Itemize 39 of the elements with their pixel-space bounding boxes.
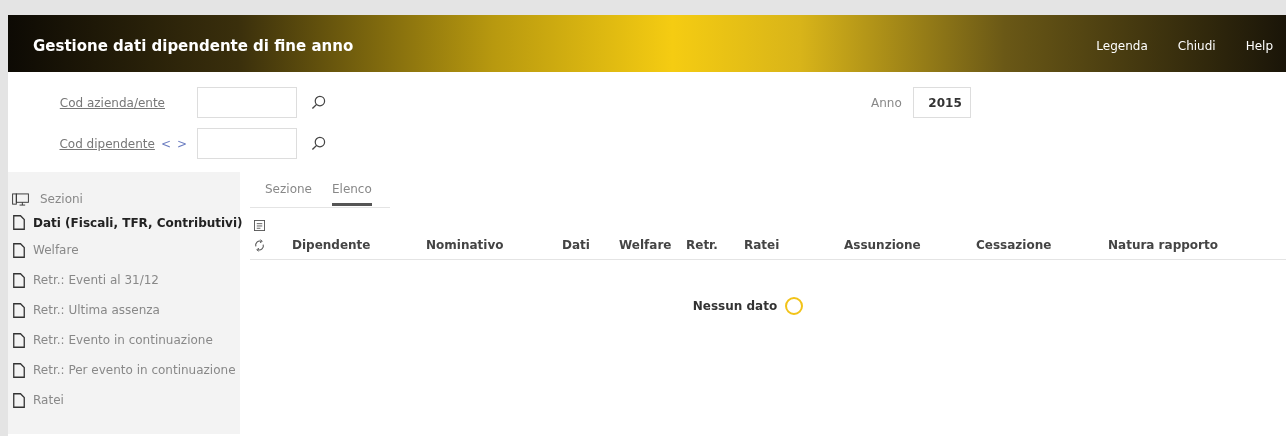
document-icon xyxy=(13,302,25,318)
window-title: Gestione dati dipendente di fine anno xyxy=(33,36,354,55)
search-icon[interactable] xyxy=(311,95,326,110)
input-field[interactable] xyxy=(197,128,297,159)
document-icon xyxy=(13,242,25,258)
field-label-link[interactable]: Cod azienda/ente xyxy=(59,95,165,110)
column-header[interactable]: Nominativo xyxy=(426,238,504,252)
field-label-link[interactable]: Cod dipendente xyxy=(59,136,155,151)
header-link[interactable]: Legenda xyxy=(1096,38,1148,53)
column-header[interactable]: Natura rapporto xyxy=(1108,238,1218,252)
sidebar-item[interactable]: Dati (Fiscali, TFR, Contributivi) xyxy=(8,210,240,235)
column-header[interactable]: Welfare xyxy=(619,238,672,252)
loading-spinner-icon xyxy=(785,297,804,315)
document-icon xyxy=(13,392,25,408)
list-icon[interactable] xyxy=(254,220,265,231)
document-icon xyxy=(13,362,25,378)
tab[interactable]: Sezione xyxy=(265,182,312,203)
column-header[interactable]: Ratei xyxy=(744,238,780,252)
next-button[interactable]: > xyxy=(176,136,187,151)
monitor-icon xyxy=(12,192,29,206)
column-header[interactable]: Dipendente xyxy=(292,238,371,252)
document-icon xyxy=(13,215,25,230)
search-icon[interactable] xyxy=(311,136,326,151)
previous-button[interactable]: < xyxy=(160,136,171,151)
header-link[interactable]: Help xyxy=(1245,38,1273,53)
tab[interactable]: Elenco xyxy=(331,182,372,206)
column-header[interactable]: Dati xyxy=(562,238,590,252)
input-field[interactable] xyxy=(197,87,297,118)
field-label: Anno xyxy=(871,95,902,110)
document-icon xyxy=(13,332,25,348)
header-link[interactable]: Chiudi xyxy=(1177,38,1216,53)
column-header[interactable]: Assunzione xyxy=(844,238,921,252)
column-header[interactable]: Retr. xyxy=(686,238,718,252)
column-header[interactable]: Cessazione xyxy=(976,238,1052,252)
refresh-icon[interactable] xyxy=(254,238,265,252)
year-field[interactable]: 2015 xyxy=(912,87,971,118)
sidebar-title: Sezioni xyxy=(40,192,83,206)
empty-message: Nessun dato xyxy=(692,299,778,313)
document-icon xyxy=(13,272,25,288)
